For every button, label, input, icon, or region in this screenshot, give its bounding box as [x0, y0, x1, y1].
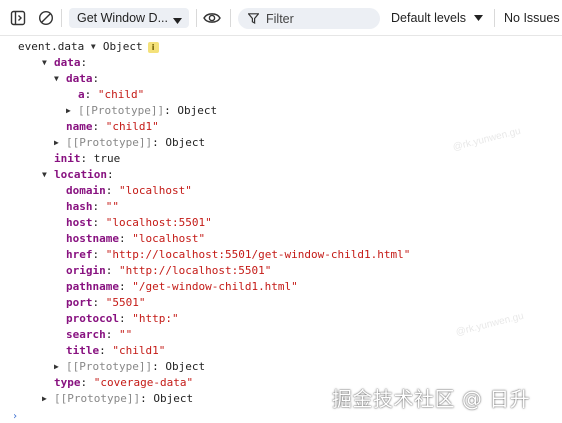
tree-key: data [54, 56, 81, 69]
tree-value: Object [102, 40, 143, 53]
tree-row[interactable]: ▼ location: [42, 167, 114, 183]
tree-value: Object [165, 360, 206, 373]
chevron-down-icon [173, 14, 182, 28]
tree-key: domain [66, 184, 106, 197]
filter-placeholder: Filter [266, 11, 294, 26]
tree-row: host: "localhost:5501" [66, 216, 212, 229]
tree-row: port: "5501" [66, 296, 146, 309]
dock-panel-icon[interactable] [9, 9, 27, 27]
tree-row: a: "child" [78, 88, 145, 101]
tree-value: "http://localhost:5501/get-window-child1… [105, 248, 411, 261]
expand-triangle-icon[interactable]: ▼ [91, 39, 103, 55]
tree-row: title: "child1" [66, 344, 166, 357]
toolbar-divider [196, 9, 197, 27]
tree-row[interactable]: ▶ [[Prototype]]: Object [54, 135, 205, 151]
tree-key: event.data [18, 40, 85, 53]
tree-key: pathname [66, 280, 119, 293]
tree-row: search: "" [66, 328, 133, 341]
toolbar-divider [494, 9, 495, 27]
filter-icon [247, 9, 260, 28]
tree-row: init: true [54, 152, 121, 165]
toolbar-divider [230, 9, 231, 27]
tree-row: pathname: "/get-window-child1.html" [66, 280, 298, 293]
log-levels-select[interactable]: Default levels [391, 8, 484, 28]
collapse-triangle-icon[interactable]: ▶ [54, 135, 66, 151]
tree-value: "localhost" [119, 184, 192, 197]
tree-key: [[Prototype]] [66, 360, 153, 373]
expand-triangle-icon[interactable]: ▼ [54, 71, 66, 87]
tree-row: origin: "http://localhost:5501" [66, 264, 272, 277]
tree-value: Object [153, 392, 194, 405]
tree-key: a [78, 88, 85, 101]
tree-row: hostname: "localhost" [66, 232, 206, 245]
context-select-value: Get Window D... [77, 11, 168, 25]
context-select[interactable]: Get Window D... [69, 8, 189, 28]
tree-key: href [66, 248, 93, 261]
tree-key: data [66, 72, 93, 85]
tree-value: "http:" [132, 312, 179, 325]
tree-row[interactable]: ▼ data: [54, 71, 99, 87]
expand-triangle-icon[interactable]: ▼ [42, 55, 54, 71]
tree-key: search [66, 328, 106, 341]
tree-value: Object [165, 136, 206, 149]
issues-button[interactable]: No Issues [504, 8, 560, 28]
tree-row[interactable]: ▼ data: [42, 55, 87, 71]
tree-key: hostname [66, 232, 119, 245]
tree-value: "child1" [105, 120, 159, 133]
console-toolbar: Get Window D... Filter Default levels No… [0, 0, 562, 36]
tree-key: [[Prototype]] [78, 104, 165, 117]
chevron-down-icon [474, 11, 484, 25]
expand-triangle-icon[interactable]: ▼ [42, 167, 54, 183]
tree-key: [[Prototype]] [54, 392, 141, 405]
tree-key: origin [66, 264, 106, 277]
eye-icon[interactable] [203, 9, 221, 27]
tree-key: init [54, 152, 81, 165]
tree-value: "coverage-data" [93, 376, 194, 389]
tree-value: "/get-window-child1.html" [132, 280, 298, 293]
tree-value: "" [119, 328, 133, 341]
info-icon[interactable]: i [147, 42, 159, 53]
console-prompt[interactable]: › [12, 411, 18, 422]
tree-value: "child1" [112, 344, 166, 357]
faint-watermark: @rk.yunwen.gu [454, 310, 525, 339]
filter-input[interactable]: Filter [238, 8, 380, 29]
tree-key: name [66, 120, 93, 133]
tree-value: Object [177, 104, 218, 117]
collapse-triangle-icon[interactable]: ▶ [54, 359, 66, 375]
tree-value: "5501" [105, 296, 146, 309]
tree-value: "http://localhost:5501" [119, 264, 272, 277]
faint-watermark: @rk.yunwen.gu [451, 125, 522, 154]
tree-row[interactable]: ▶ [[Prototype]]: Object [54, 359, 205, 375]
tree-value: "localhost" [132, 232, 206, 245]
tree-key: hash [66, 200, 93, 213]
log-levels-label: Default levels [391, 11, 467, 25]
tree-key: location [54, 168, 107, 181]
tree-row: name: "child1" [66, 120, 159, 133]
tree-value: true [93, 152, 121, 165]
tree-row[interactable]: ▶ [[Prototype]]: Object [66, 103, 217, 119]
clear-console-icon[interactable] [37, 9, 55, 27]
tree-row[interactable]: event.data ▼ Object i [18, 39, 159, 55]
tree-key: [[Prototype]] [66, 136, 153, 149]
tree-value: "localhost:5501" [105, 216, 212, 229]
collapse-triangle-icon[interactable]: ▶ [42, 391, 54, 407]
watermark-text: 掘金技术社区 @ 日升 [332, 387, 531, 411]
tree-key: protocol [66, 312, 119, 325]
tree-row: href: "http://localhost:5501/get-window-… [66, 248, 411, 261]
tree-value: "" [105, 200, 119, 213]
issues-label: No Issues [504, 11, 560, 25]
collapse-triangle-icon[interactable]: ▶ [66, 103, 78, 119]
toolbar-divider [61, 9, 62, 27]
tree-value: "child" [97, 88, 145, 101]
tree-key: port [66, 296, 93, 309]
console-output: event.data ▼ Object i ▼ data: ▼ data: a: "chi… [0, 36, 562, 423]
tree-row: domain: "localhost" [66, 184, 192, 197]
tree-row: hash: "" [66, 200, 119, 213]
tree-row: type: "coverage-data" [54, 376, 194, 389]
tree-row: protocol: "http:" [66, 312, 179, 325]
tree-key: host [66, 216, 93, 229]
tree-key: title [66, 344, 100, 357]
tree-key: type [54, 376, 81, 389]
tree-row[interactable]: ▶ [[Prototype]]: Object [42, 391, 193, 407]
